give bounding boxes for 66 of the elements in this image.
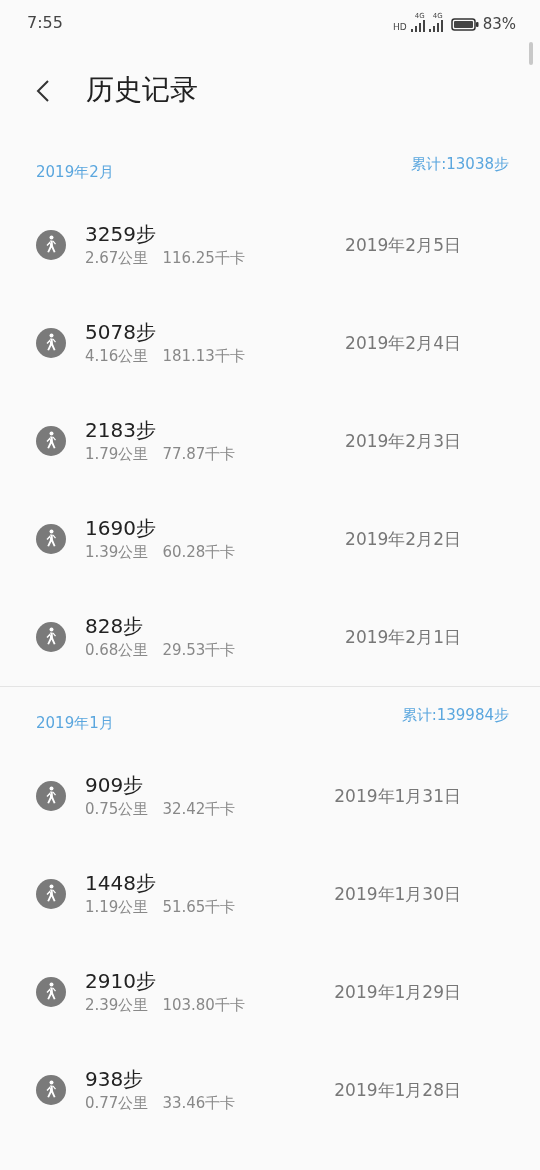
- calories-text: 103.80千卡: [162, 995, 245, 1015]
- walking-icon: [36, 781, 66, 811]
- walking-icon: [36, 230, 66, 260]
- step-count: 3259步: [85, 222, 157, 246]
- monthly-total: 累计:139984步: [401, 706, 509, 725]
- distance-text: 0.75公里: [85, 799, 149, 819]
- battery-icon: [450, 18, 479, 31]
- date-text: 2019年1月29日: [334, 980, 461, 1004]
- walking-icon: [36, 622, 66, 652]
- scrollbar: [529, 42, 533, 65]
- step-count: 828步: [85, 614, 145, 638]
- record-row[interactable]: 909步 0.75公里 32.42千卡 2019年1月31日: [0, 747, 540, 845]
- record-row[interactable]: 2183步 1.79公里 77.87千卡 2019年2月3日: [0, 392, 540, 490]
- distance-text: 2.39公里: [85, 995, 149, 1015]
- hd-label: HD: [392, 22, 407, 32]
- month-label: 2019年2月: [36, 163, 114, 182]
- step-count: 2910步: [85, 969, 157, 993]
- calories-text: 29.53千卡: [162, 640, 236, 660]
- step-count: 1448步: [85, 871, 157, 895]
- calories-text: 77.87千卡: [162, 444, 236, 464]
- status-time: 7:55: [27, 13, 63, 32]
- distance-text: 0.77公里: [85, 1093, 149, 1113]
- record-row[interactable]: 1448步 1.19公里 51.65千卡 2019年1月30日: [0, 845, 540, 943]
- distance-text: 4.16公里: [85, 346, 149, 366]
- walking-icon: [36, 977, 66, 1007]
- calories-text: 51.65千卡: [162, 897, 236, 917]
- walking-icon: [36, 328, 66, 358]
- step-count: 1690步: [85, 516, 157, 540]
- distance-text: 2.67公里: [85, 248, 149, 268]
- record-row[interactable]: 1690步 1.39公里 60.28千卡 2019年2月2日: [0, 490, 540, 588]
- record-row[interactable]: 2910步 2.39公里 103.80千卡 2019年1月29日: [0, 943, 540, 1041]
- distance-text: 1.39公里: [85, 542, 149, 562]
- calories-text: 181.13千卡: [162, 346, 245, 366]
- page-title: 历史记录: [86, 71, 198, 108]
- distance-text: 1.19公里: [85, 897, 149, 917]
- date-text: 2019年2月2日: [345, 527, 461, 551]
- record-row[interactable]: 828步 0.68公里 29.53千卡 2019年2月1日: [0, 588, 540, 686]
- date-text: 2019年2月1日: [345, 625, 461, 649]
- record-row[interactable]: 3259步 2.67公里 116.25千卡 2019年2月5日: [0, 196, 540, 294]
- monthly-total: 累计:13038步: [411, 155, 509, 174]
- date-text: 2019年1月30日: [334, 882, 461, 906]
- record-row[interactable]: 5078步 4.16公里 181.13千卡 2019年2月4日: [0, 294, 540, 392]
- step-count: 909步: [85, 773, 145, 797]
- step-count: 2183步: [85, 418, 157, 442]
- walking-icon: [36, 426, 66, 456]
- calories-text: 32.42千卡: [162, 799, 236, 819]
- date-text: 2019年2月3日: [345, 429, 461, 453]
- walking-icon: [36, 524, 66, 554]
- date-text: 2019年2月4日: [345, 331, 461, 355]
- walking-icon: [36, 1075, 66, 1105]
- distance-text: 0.68公里: [85, 640, 149, 660]
- step-count: 938步: [85, 1067, 145, 1091]
- month-label: 2019年1月: [36, 714, 114, 733]
- walking-icon: [36, 879, 66, 909]
- date-text: 2019年1月31日: [334, 784, 461, 808]
- calories-text: 116.25千卡: [162, 248, 245, 268]
- back-icon: [36, 78, 50, 103]
- date-text: 2019年1月28日: [334, 1078, 461, 1102]
- date-text: 2019年2月5日: [345, 233, 461, 257]
- calories-text: 60.28千卡: [162, 542, 236, 562]
- calories-text: 33.46千卡: [162, 1093, 236, 1113]
- distance-text: 1.79公里: [85, 444, 149, 464]
- back-button[interactable]: [35, 77, 51, 104]
- record-row[interactable]: 938步 0.77公里 33.46千卡 2019年1月28日: [0, 1041, 540, 1139]
- step-count: 5078步: [85, 320, 157, 344]
- battery-percent: 83%: [482, 17, 516, 32]
